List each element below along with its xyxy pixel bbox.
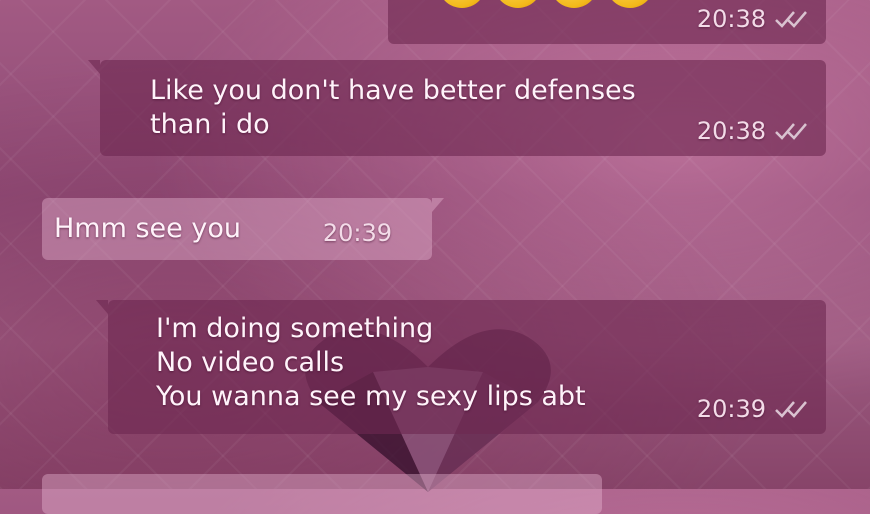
message-time: 20:38 (696, 5, 766, 33)
bubble-tail (96, 300, 108, 314)
double-check-icon (775, 123, 807, 140)
message-time: 20:39 (322, 219, 392, 247)
message-bubble-outgoing[interactable]: 20:38 (388, 0, 826, 44)
bubble-tail (88, 60, 100, 74)
message-bubble-outgoing[interactable]: Like you don't have better defenses than… (88, 60, 826, 156)
message-meta: 20:38 (697, 2, 812, 36)
slightly-smiling-face-icon (438, 0, 486, 8)
emoji-row (438, 0, 654, 8)
message-time: 20:39 (696, 395, 766, 423)
message-meta: 20:39 (697, 392, 812, 426)
bubble-tail (432, 198, 444, 212)
slightly-smiling-face-icon (550, 0, 598, 8)
double-check-icon (775, 401, 807, 418)
message-meta: 20:39 (323, 216, 392, 250)
message-bubble-outgoing[interactable]: I'm doing something No video calls You w… (96, 300, 826, 434)
slightly-smiling-face-icon (494, 0, 542, 8)
message-meta: 20:38 (697, 114, 812, 148)
message-bubble-incoming[interactable] (42, 474, 602, 514)
message-time: 20:38 (696, 117, 766, 145)
slightly-smiling-face-icon (606, 0, 654, 8)
message-bubble-incoming[interactable]: Hmm see you 20:39 (42, 198, 444, 260)
double-check-icon (775, 11, 807, 28)
